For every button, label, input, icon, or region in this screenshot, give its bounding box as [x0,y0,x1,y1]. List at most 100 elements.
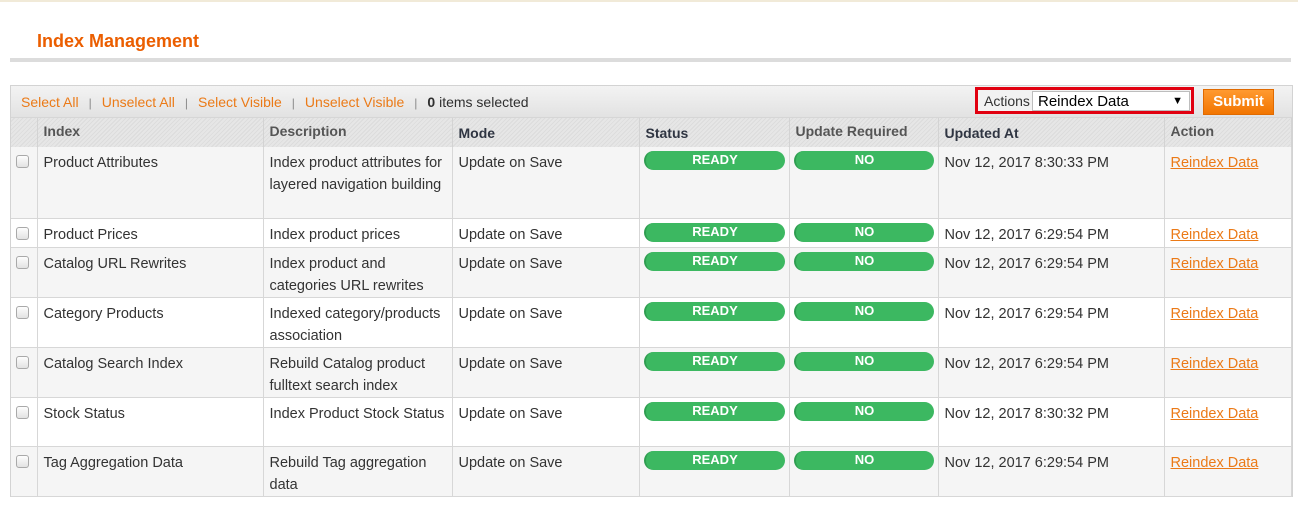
row-checkbox[interactable] [16,405,29,419]
cell-status: READY [639,297,790,348]
cell-update-required: NO [789,218,939,248]
cell-action: Reindex Data [1164,446,1292,497]
cell-description: Index product and categories URL rewrite… [263,247,453,298]
cell-index: Category Products [37,297,264,348]
update-required-badge: NO [793,301,934,321]
row-checkbox-cell [11,297,38,348]
row-checkbox[interactable] [16,155,29,168]
cell-mode: Update on Save [452,247,640,298]
cell-updated-at: Nov 12, 2017 6:29:54 PM [938,446,1165,497]
cell-mode: Update on Save [452,218,640,248]
separator: | [184,96,188,110]
status-badge: READY [643,301,785,321]
cell-description: Index product prices [263,218,453,248]
cell-status: READY [639,147,790,219]
cell-updated-at: Nov 12, 2017 8:30:32 PM [938,397,1165,447]
row-checkbox[interactable] [16,355,29,369]
cell-updated-at: Nov 12, 2017 6:29:54 PM [938,347,1165,398]
dropdown-arrow-icon: ▼ [1172,95,1183,107]
header-updated-at[interactable]: Updated At [938,118,1165,147]
index-grid: Select All | Unselect All | Select Visible | U… [10,85,1293,497]
page-title: Index Management [37,31,200,51]
row-checkbox-cell [11,147,38,219]
row-checkbox-cell [11,247,38,298]
header-mode[interactable]: Mode [452,118,640,147]
reindex-data-link[interactable]: Reindex Data [1171,227,1259,243]
unselect-all-link[interactable]: Unselect All [102,94,175,110]
header-status[interactable]: Status [639,118,790,147]
cell-action: Reindex Data [1164,218,1292,248]
separator: | [291,96,295,110]
row-checkbox-cell [11,397,38,447]
title-divider [10,58,1291,62]
actions-select[interactable]: Reindex Data ▼ [1032,91,1190,111]
table-row: Catalog URL Rewrites Index product and ca… [11,247,1292,298]
row-checkbox-cell [11,347,38,398]
top-border [0,0,1298,2]
update-required-badge: NO [793,151,934,170]
status-badge: READY [643,251,785,271]
cell-action: Reindex Data [1164,397,1292,447]
row-checkbox[interactable] [16,255,29,269]
submit-button[interactable]: Submit [1203,89,1274,115]
status-badge: READY [643,450,785,470]
cell-description: Rebuild Tag aggregation data [263,446,453,497]
select-visible-link[interactable]: Select Visible [198,94,282,110]
status-badge: READY [643,151,785,170]
cell-index: Catalog Search Index [37,347,264,398]
cell-update-required: NO [789,147,939,219]
cell-update-required: NO [789,397,939,447]
select-all-link[interactable]: Select All [21,94,79,110]
status-badge: READY [643,351,785,371]
table-header-row: Index Description Mode Status Update Req… [11,118,1292,147]
header-description[interactable]: Description [263,118,453,147]
header-update-required[interactable]: Update Required [789,118,939,147]
cell-index: Catalog URL Rewrites [37,247,264,298]
cell-update-required: NO [789,247,939,298]
row-checkbox[interactable] [16,305,29,319]
reindex-data-link[interactable]: Reindex Data [1171,256,1259,272]
cell-mode: Update on Save [452,147,640,219]
cell-description: Index product attributes for layered nav… [263,147,453,219]
row-checkbox[interactable] [16,226,29,240]
reindex-data-link[interactable]: Reindex Data [1171,455,1259,471]
cell-status: READY [639,247,790,298]
cell-status: READY [639,347,790,398]
massaction-links: Select All | Unselect All | Select Visible | U… [21,94,529,110]
reindex-data-link[interactable]: Reindex Data [1171,155,1259,171]
row-checkbox-cell [11,446,38,497]
update-required-badge: NO [793,401,934,421]
cell-mode: Update on Save [452,297,640,348]
table-row: Tag Aggregation Data Rebuild Tag aggregat… [11,446,1292,497]
separator: | [414,96,418,110]
header-index[interactable]: Index [37,118,264,147]
cell-updated-at: Nov 12, 2017 8:30:33 PM [938,147,1165,219]
cell-action: Reindex Data [1164,147,1292,219]
reindex-data-link[interactable]: Reindex Data [1171,406,1259,422]
row-checkbox[interactable] [16,454,29,468]
cell-action: Reindex Data [1164,347,1292,398]
cell-mode: Update on Save [452,397,640,447]
cell-status: READY [639,446,790,497]
cell-update-required: NO [789,446,939,497]
cell-updated-at: Nov 12, 2017 6:29:54 PM [938,297,1165,348]
actions-selected-value: Reindex Data [1038,93,1129,110]
actions-highlight-box: Actions Reindex Data ▼ [975,87,1194,114]
reindex-data-link[interactable]: Reindex Data [1171,306,1259,322]
cell-description: Indexed category/products association [263,297,453,348]
unselect-visible-link[interactable]: Unselect Visible [305,94,404,110]
cell-description: Rebuild Catalog product fulltext search … [263,347,453,398]
actions-label: Actions [984,93,1030,109]
row-checkbox-cell [11,218,38,248]
cell-updated-at: Nov 12, 2017 6:29:54 PM [938,218,1165,248]
update-required-badge: NO [793,251,934,271]
update-required-badge: NO [793,351,934,371]
cell-action: Reindex Data [1164,297,1292,348]
index-table: Index Description Mode Status Update Req… [11,118,1292,497]
reindex-data-link[interactable]: Reindex Data [1171,356,1259,372]
header-action: Action [1164,118,1292,147]
separator: | [88,96,92,110]
update-required-badge: NO [793,222,934,242]
cell-status: READY [639,397,790,447]
cell-index: Product Attributes [37,147,264,219]
